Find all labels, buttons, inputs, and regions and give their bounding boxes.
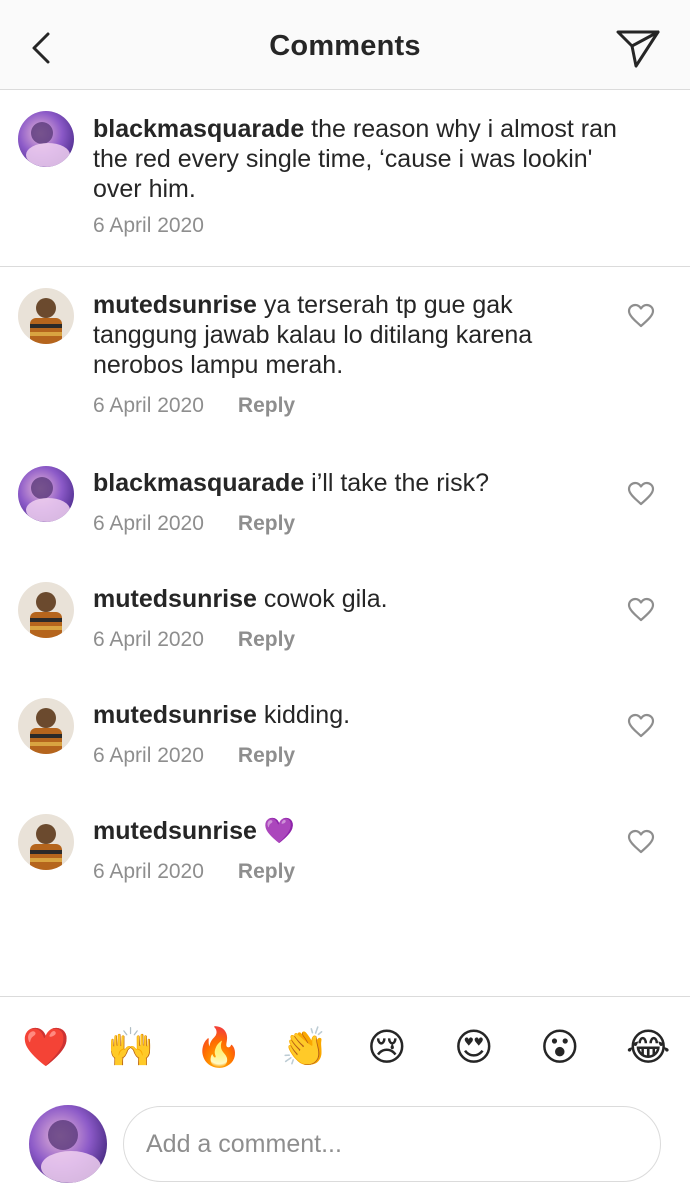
reply-button[interactable]: Reply [238,744,295,767]
username[interactable]: mutedsunrise [93,817,257,845]
avatar[interactable] [18,698,74,754]
comment-line: cowok gila. [263,585,388,613]
username[interactable]: blackmasquarade [93,469,304,497]
avatar[interactable] [18,466,74,522]
comment-line: nerobos lampu merah. [93,351,344,379]
emoji-raising-hands[interactable]: 🙌 [107,1025,154,1069]
share-button[interactable] [612,24,664,72]
like-button[interactable] [627,597,655,623]
caption-text: blackmasquarade the reason why i almost … [93,114,663,204]
comment-text: mutedsunrise cowok gila. [93,584,603,614]
page-title: Comments [269,30,421,62]
comment-meta: 6 April 2020 Reply [93,860,295,884]
comment-text: blackmasquarade i’ll take the risk? [93,468,603,498]
emoji-quick-bar: ❤️ 🙌 🔥 👏 😢 😍 😮 😂 [0,996,690,1096]
like-button[interactable] [627,303,655,329]
heart-icon [627,597,655,622]
username[interactable]: mutedsunrise [93,291,257,319]
add-comment-input[interactable] [123,1106,661,1182]
heart-icon [627,829,655,854]
reply-button[interactable]: Reply [238,394,295,417]
emoji-crying-face[interactable]: 😢 [367,1025,407,1069]
timestamp: 6 April 2020 [93,744,204,767]
like-button[interactable] [627,829,655,855]
comment-line: tanggung jawab kalau lo ditilang karena [93,321,533,349]
comment-line: i’ll take the risk? [311,469,490,497]
comment-text: mutedsunrise ya terserah tp gue gak tang… [93,290,603,380]
caption-line: the reason why i almost ran [311,115,617,143]
current-user-avatar [29,1105,107,1183]
timestamp: 6 April 2020 [93,214,204,237]
reply-button[interactable]: Reply [238,628,295,651]
emoji-tears-of-joy[interactable]: 😂 [626,1025,670,1069]
comment-meta: 6 April 2020 Reply [93,744,295,768]
like-button[interactable] [627,713,655,739]
username[interactable]: mutedsunrise [93,701,257,729]
username[interactable]: blackmasquarade [93,115,304,143]
comment-meta: 6 April 2020 Reply [93,628,295,652]
heart-icon [627,303,655,328]
heart-icon [627,713,655,738]
timestamp: 6 April 2020 [93,512,204,535]
heart-icon [627,481,655,506]
comment-line: ya terserah tp gue gak [263,291,513,319]
like-button[interactable] [627,481,655,507]
comment-item: blackmasquarade i’ll take the risk? 6 Ap… [0,446,690,556]
emoji-clapping-hands[interactable]: 👏 [281,1025,328,1069]
avatar[interactable] [18,582,74,638]
header-bar: Comments [0,0,690,90]
caption-meta: 6 April 2020 [93,214,204,238]
username[interactable]: mutedsunrise [93,585,257,613]
comment-meta: 6 April 2020 Reply [93,394,295,418]
comment-text: mutedsunrise kidding. [93,700,603,730]
purple-heart-emoji: 💜 [263,816,296,845]
reply-button[interactable]: Reply [238,860,295,883]
timestamp: 6 April 2020 [93,394,204,417]
comment-line: kidding. [263,701,351,729]
emoji-fire[interactable]: 🔥 [195,1025,242,1069]
comment-item: mutedsunrise kidding. 6 April 2020 Reply [0,678,690,788]
emoji-heart-eyes[interactable]: 😍 [454,1025,494,1069]
avatar[interactable] [18,288,74,344]
timestamp: 6 April 2020 [93,860,204,883]
reply-button[interactable]: Reply [238,512,295,535]
comment-item: mutedsunrise cowok gila. 6 April 2020 Rep… [0,562,690,672]
comment-item: mutedsunrise 💜 6 April 2020 Reply [0,794,690,904]
comment-meta: 6 April 2020 Reply [93,512,295,536]
paper-plane-icon [616,30,660,68]
timestamp: 6 April 2020 [93,628,204,651]
comment-item: mutedsunrise ya terserah tp gue gak tang… [0,268,690,438]
avatar[interactable] [18,111,74,167]
caption-line: the red every single time, ‘cause i was … [93,145,593,173]
caption-line: over him. [93,175,196,203]
emoji-red-heart[interactable]: ❤️ [22,1025,69,1069]
post-caption: blackmasquarade the reason why i almost … [0,91,690,267]
comment-text: mutedsunrise 💜 [93,816,603,846]
avatar[interactable] [18,814,74,870]
emoji-surprised-face[interactable]: 😮 [540,1025,580,1069]
